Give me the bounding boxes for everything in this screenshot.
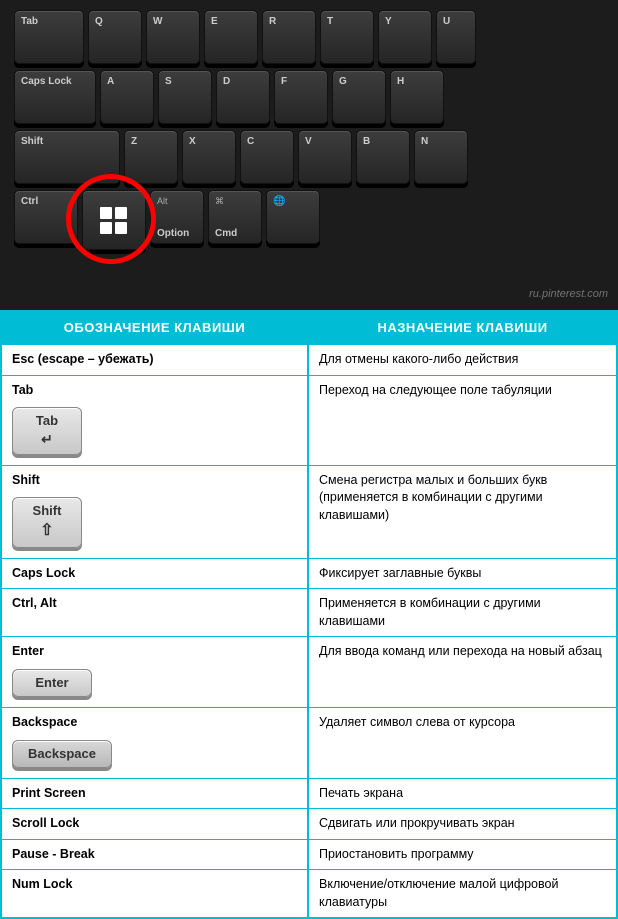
table-header: ОБОЗНАЧЕНИЕ КЛАВИШИ НАЗНАЧЕНИЕ КЛАВИШИ [2, 312, 616, 345]
key-desc-enter: Для ввода команд или перехода на новый а… [309, 637, 616, 707]
key-b[interactable]: B [356, 130, 410, 184]
key-capslock[interactable]: Caps Lock [14, 70, 96, 124]
key-z[interactable]: Z [124, 130, 178, 184]
key-r[interactable]: R [262, 10, 316, 64]
key-option-label: Option [157, 228, 189, 239]
table-row: Caps Lock Фиксирует заглавные буквы [2, 559, 616, 590]
key-t[interactable]: T [320, 10, 374, 64]
key-v[interactable]: V [298, 130, 352, 184]
key-name-numlock: Num Lock [2, 870, 309, 917]
watermark: ru.pinterest.com [529, 288, 608, 300]
enter-key-illustration: Enter [12, 669, 92, 697]
tab-key-illustration: Tab ↵ [12, 407, 82, 455]
key-name-scrolllock: Scroll Lock [2, 809, 309, 839]
key-a[interactable]: A [100, 70, 154, 124]
keyboard-row-4: Ctrl Alt Option [8, 188, 610, 252]
key-desc-numlock: Включение/отключение малой цифровой клав… [309, 870, 616, 917]
key-tab-label: Tab [21, 16, 38, 27]
table-row: Enter Enter Для ввода команд или переход… [2, 637, 616, 708]
table-row: Tab Tab ↵ Переход на следующее поле табу… [2, 376, 616, 466]
table-row: Shift Shift ⇧ Смена регистра малых и бол… [2, 466, 616, 559]
key-cmd[interactable]: ⌘ Cmd [208, 190, 262, 244]
keyboard-row-3: Shift Z X C V B N [8, 128, 610, 186]
key-windows[interactable] [82, 190, 146, 250]
key-desc-scrolllock: Сдвигать или прокручивать экран [309, 809, 616, 839]
key-u[interactable]: U [436, 10, 476, 64]
key-w[interactable]: W [146, 10, 200, 64]
key-shift[interactable]: Shift [14, 130, 120, 184]
key-capslock-label: Caps Lock [21, 76, 72, 87]
key-desc-tab: Переход на следующее поле табуляции [309, 376, 616, 465]
key-desc-esc: Для отмены какого-либо действия [309, 345, 616, 375]
table-row: Backspace Backspace Удаляет символ слева… [2, 708, 616, 779]
shift-key-illustration: Shift ⇧ [12, 497, 82, 548]
col-header-desc: НАЗНАЧЕНИЕ КЛАВИШИ [309, 312, 616, 343]
key-name-pause: Pause - Break [2, 840, 309, 870]
key-name-tab: Tab Tab ↵ [2, 376, 309, 465]
key-name-shift: Shift Shift ⇧ [2, 466, 309, 558]
key-globe[interactable]: 🌐 [266, 190, 320, 244]
table-row: Scroll Lock Сдвигать или прокручивать эк… [2, 809, 616, 840]
key-n[interactable]: N [414, 130, 468, 184]
key-name-printscreen: Print Screen [2, 779, 309, 809]
table-row: Print Screen Печать экрана [2, 779, 616, 810]
key-x[interactable]: X [182, 130, 236, 184]
key-h[interactable]: H [390, 70, 444, 124]
col-header-key: ОБОЗНАЧЕНИЕ КЛАВИШИ [2, 312, 309, 343]
key-name-esc: Esc (escape – убежать) [2, 345, 309, 375]
key-name-ctrl-alt: Ctrl, Alt [2, 589, 309, 636]
keyboard-image: Tab Q W E R T Y U [0, 0, 618, 310]
key-name-backspace: Backspace Backspace [2, 708, 309, 778]
key-desc-ctrl-alt: Применяется в комбинации с другими клави… [309, 589, 616, 636]
key-s[interactable]: S [158, 70, 212, 124]
windows-logo-icon [100, 207, 128, 235]
keyboard-row-2: Caps Lock A S D F G H [8, 68, 610, 126]
key-reference-table: ОБОЗНАЧЕНИЕ КЛАВИШИ НАЗНАЧЕНИЕ КЛАВИШИ E… [0, 310, 618, 919]
keyboard-row-1: Tab Q W E R T Y U [8, 8, 610, 66]
key-desc-printscreen: Печать экрана [309, 779, 616, 809]
key-d[interactable]: D [216, 70, 270, 124]
backspace-key-illustration: Backspace [12, 740, 112, 768]
key-y[interactable]: Y [378, 10, 432, 64]
key-f[interactable]: F [274, 70, 328, 124]
key-g[interactable]: G [332, 70, 386, 124]
table-row: Pause - Break Приостановить программу [2, 840, 616, 871]
key-alt[interactable]: Alt Option [150, 190, 204, 244]
key-desc-shift: Смена регистра малых и больших букв (при… [309, 466, 616, 558]
key-e[interactable]: E [204, 10, 258, 64]
key-q[interactable]: Q [88, 10, 142, 64]
key-name-capslock: Caps Lock [2, 559, 309, 589]
table-row: Num Lock Включение/отключение малой цифр… [2, 870, 616, 917]
key-tab[interactable]: Tab [14, 10, 84, 64]
key-desc-capslock: Фиксирует заглавные буквы [309, 559, 616, 589]
table-row: Ctrl, Alt Применяется в комбинации с дру… [2, 589, 616, 637]
key-c[interactable]: C [240, 130, 294, 184]
key-windows-wrapper [80, 188, 148, 252]
key-name-enter: Enter Enter [2, 637, 309, 707]
key-ctrl[interactable]: Ctrl [14, 190, 78, 244]
table-row: Esc (escape – убежать) Для отмены какого… [2, 345, 616, 376]
key-desc-pause: Приостановить программу [309, 840, 616, 870]
key-desc-backspace: Удаляет символ слева от курсора [309, 708, 616, 778]
